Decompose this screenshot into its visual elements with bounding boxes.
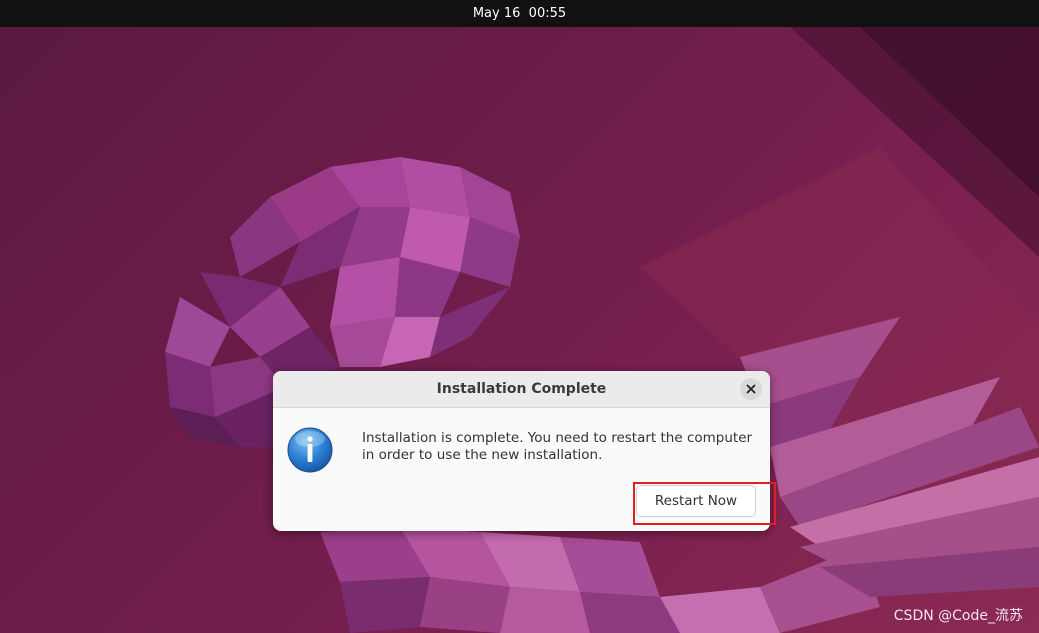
installation-complete-dialog: Installation Complete Installation is co… [273, 371, 770, 531]
restart-now-button[interactable]: Restart Now [636, 485, 756, 517]
watermark: CSDN @Code_流苏 [893, 608, 1023, 624]
clock-time: 00:55 [528, 6, 567, 21]
close-button[interactable] [740, 378, 762, 400]
message-line-2: in order to use the new installation. [362, 447, 603, 463]
dialog-message: Installation is complete. You need to re… [362, 430, 762, 464]
dialog-header: Installation Complete [273, 371, 770, 408]
wallpaper [165, 27, 1039, 633]
message-line-1: Installation is complete. You need to re… [362, 430, 753, 446]
info-icon [287, 427, 333, 473]
top-bar: May 16 00:55 [0, 0, 1039, 27]
close-icon [746, 384, 756, 394]
clock-date: May 16 [472, 6, 521, 21]
dialog-title: Installation Complete [436, 381, 607, 397]
desktop-screen: May 16 00:55 Installation Complete Insta… [0, 0, 1039, 633]
clock[interactable]: May 16 00:55 [473, 6, 566, 21]
